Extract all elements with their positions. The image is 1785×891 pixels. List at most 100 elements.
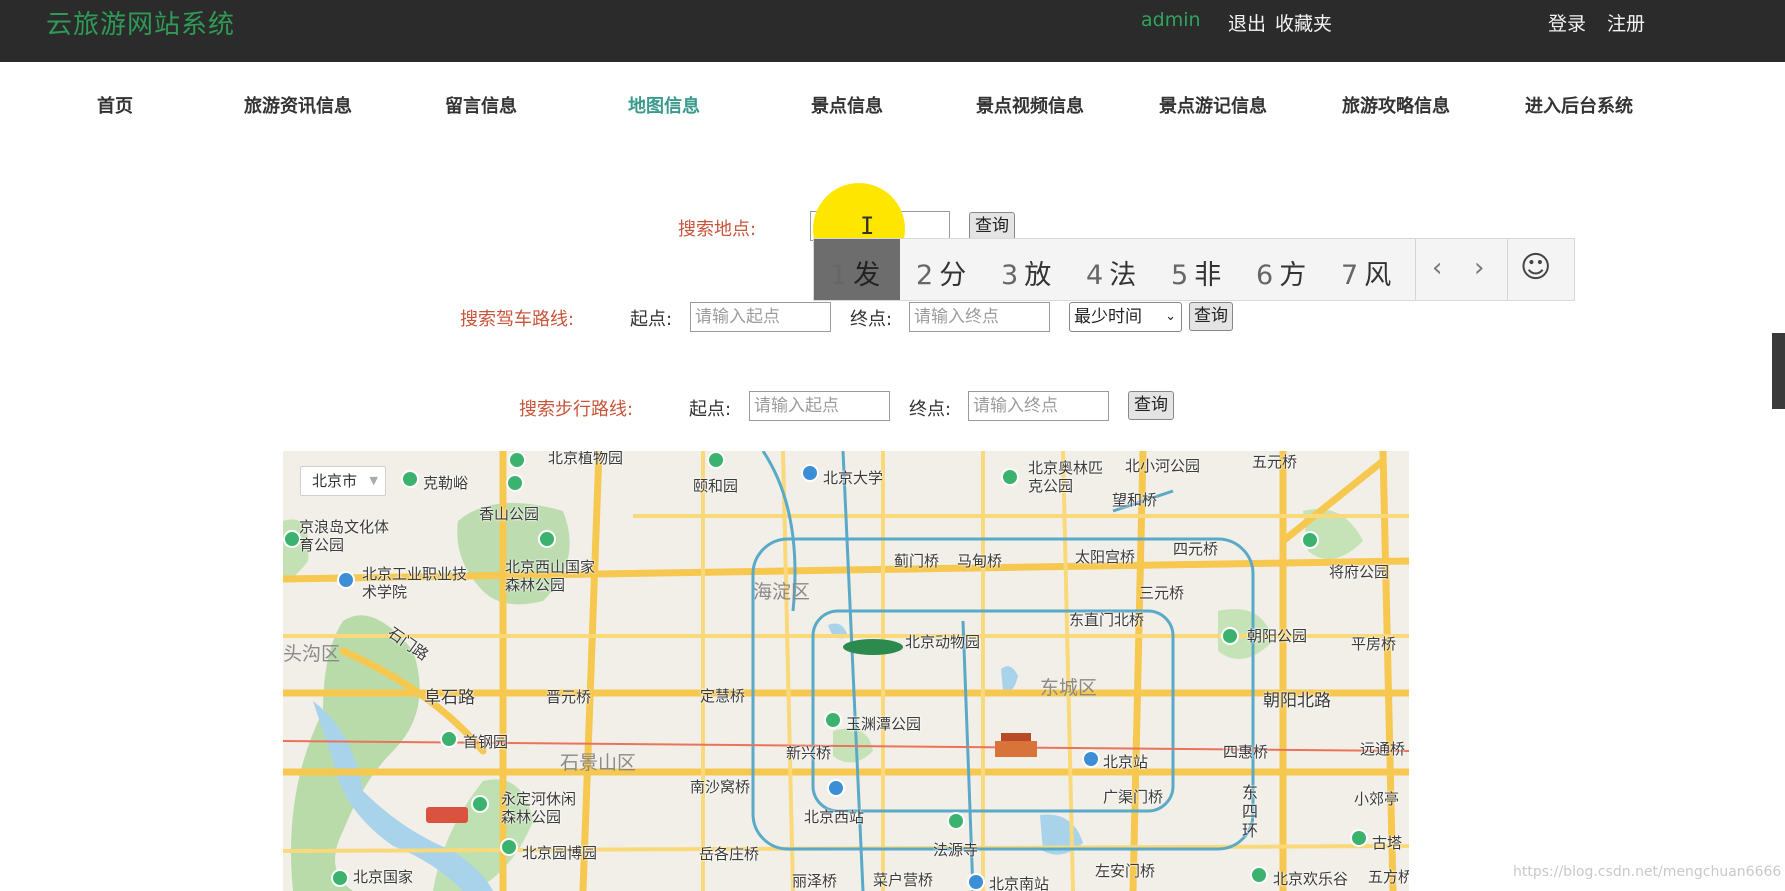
map-place-label: 远通桥 bbox=[1360, 740, 1406, 758]
station-pin-icon[interactable] bbox=[967, 873, 985, 891]
nav-item-attraction-videos[interactable]: 景点视频信息 bbox=[976, 92, 1084, 118]
map-district-label: 海淀区 bbox=[753, 581, 811, 603]
ime-prev-page-icon[interactable]: ‹ bbox=[1432, 253, 1442, 283]
map-place-label: 颐和园 bbox=[693, 477, 739, 495]
emoji-icon[interactable]: ☺ bbox=[1520, 250, 1551, 285]
logout-link[interactable]: 退出 bbox=[1228, 9, 1266, 36]
park-pin-icon[interactable] bbox=[1350, 829, 1368, 847]
ime-candidate[interactable]: 3放 bbox=[1001, 253, 1051, 292]
favorites-link[interactable]: 收藏夹 bbox=[1275, 9, 1332, 36]
park-pin-icon[interactable] bbox=[508, 451, 526, 469]
park-pin-icon[interactable] bbox=[947, 812, 965, 830]
park-pin-icon[interactable] bbox=[1301, 531, 1319, 549]
map-place-label: 北京南站 bbox=[989, 875, 1050, 891]
park-pin-icon[interactable] bbox=[824, 711, 842, 729]
ime-candidate[interactable]: 7风 bbox=[1341, 253, 1391, 292]
map-place-label: 新兴桥 bbox=[786, 744, 832, 762]
park-pin-icon[interactable] bbox=[1001, 468, 1019, 486]
nav-item-attractions[interactable]: 景点信息 bbox=[811, 92, 883, 118]
ime-candidate[interactable]: 4法 bbox=[1086, 253, 1136, 292]
park-pin-icon[interactable] bbox=[1250, 866, 1268, 884]
city-selector-value: 北京市 bbox=[312, 472, 358, 490]
text-cursor-icon: I bbox=[860, 212, 875, 240]
map-place-label: 北京西站 bbox=[804, 808, 865, 826]
walk-end-input[interactable] bbox=[968, 391, 1109, 421]
walk-start-input[interactable] bbox=[749, 391, 890, 421]
map-place-label: 朝阳北路 bbox=[1263, 691, 1331, 711]
map-place-label: 北京国家 bbox=[353, 868, 414, 886]
drive-route-label: 搜索驾车路线: bbox=[460, 309, 575, 330]
walk-start-label: 起点: bbox=[689, 399, 732, 420]
park-pin-icon[interactable] bbox=[506, 474, 524, 492]
nav-item-map[interactable]: 地图信息 bbox=[628, 92, 700, 118]
search-place-label: 搜索地点: bbox=[678, 219, 757, 240]
register-link[interactable]: 注册 bbox=[1607, 9, 1645, 36]
park-pin-icon[interactable] bbox=[401, 470, 419, 488]
ime-candidate-char: 发 bbox=[853, 260, 881, 291]
map-place-label: 北京动物园 bbox=[905, 633, 981, 651]
watermark: https://blog.csdn.net/mengchuan6666 bbox=[1513, 864, 1782, 880]
map-place-label: 北京欢乐谷 bbox=[1273, 870, 1349, 888]
station-pin-icon[interactable] bbox=[827, 779, 845, 797]
ime-candidate[interactable]: 2分 bbox=[916, 253, 966, 292]
park-pin-icon[interactable] bbox=[500, 838, 518, 856]
map-district-label: 东城区 bbox=[1040, 677, 1098, 699]
walk-search-button[interactable]: 查询 bbox=[1128, 391, 1174, 420]
map-place-label: 太阳宫桥 bbox=[1075, 548, 1136, 566]
map-view[interactable]: 北京市 ▼ 海淀区 东城区 石景山区 头沟区 克勒峪 北京植物园 颐和园 北京大学… bbox=[283, 451, 1409, 891]
map-place-label: 朝阳公园 bbox=[1247, 627, 1308, 645]
side-floating-tab[interactable] bbox=[1772, 333, 1785, 409]
walk-end-label: 终点: bbox=[909, 399, 952, 420]
chevron-down-icon: ▼ bbox=[369, 474, 378, 487]
map-place-label: 四惠桥 bbox=[1223, 743, 1269, 761]
nav-item-travel-guides[interactable]: 旅游攻略信息 bbox=[1342, 92, 1450, 118]
map-place-label: 五元桥 bbox=[1252, 453, 1298, 471]
university-pin-icon[interactable] bbox=[801, 464, 819, 482]
username-link[interactable]: admin bbox=[1141, 9, 1201, 31]
map-place-label: 南沙窝桥 bbox=[690, 778, 751, 796]
map-place-label: 蓟门桥 bbox=[894, 552, 940, 570]
nav-item-travel-notes[interactable]: 景点游记信息 bbox=[1159, 92, 1267, 118]
ime-next-page-icon[interactable]: › bbox=[1474, 253, 1484, 283]
map-place-label: 四元桥 bbox=[1173, 540, 1219, 558]
nav-item-admin[interactable]: 进入后台系统 bbox=[1525, 92, 1633, 118]
park-pin-icon[interactable] bbox=[471, 795, 489, 813]
station-pin-icon[interactable] bbox=[1082, 750, 1100, 768]
map-place-label: 京浪岛文化体育公园 bbox=[299, 518, 390, 554]
walk-route-label: 搜索步行路线: bbox=[519, 399, 634, 420]
ime-candidate-selected[interactable]: 1发 bbox=[814, 239, 900, 300]
school-pin-icon[interactable] bbox=[337, 571, 355, 589]
map-place-label: 北京园博园 bbox=[522, 844, 598, 862]
park-pin-icon[interactable] bbox=[707, 451, 725, 469]
map-place-label: 晋元桥 bbox=[546, 688, 592, 706]
search-place-button[interactable]: 查询 bbox=[969, 212, 1015, 241]
drive-start-input[interactable] bbox=[690, 302, 831, 332]
login-link[interactable]: 登录 bbox=[1548, 9, 1586, 36]
map-place-label: 五方桥 bbox=[1368, 868, 1409, 886]
ime-candidate-number: 1 bbox=[830, 260, 848, 291]
map-place-label: 玉渊潭公园 bbox=[846, 715, 922, 733]
site-title[interactable]: 云旅游网站系统 bbox=[46, 4, 235, 41]
map-place-label: 克勒峪 bbox=[423, 474, 469, 492]
ime-candidate[interactable]: 5非 bbox=[1171, 253, 1221, 292]
drive-search-button[interactable]: 查询 bbox=[1189, 302, 1233, 331]
ime-divider bbox=[1507, 239, 1508, 300]
map-district-label: 石景山区 bbox=[560, 752, 637, 774]
nav-item-messages[interactable]: 留言信息 bbox=[445, 92, 517, 118]
drive-policy-select[interactable]: 最少时间 ⌄ bbox=[1069, 302, 1182, 332]
chevron-down-icon: ⌄ bbox=[1165, 309, 1176, 324]
map-place-label: 菜户营桥 bbox=[873, 871, 934, 889]
nav-item-home[interactable]: 首页 bbox=[97, 92, 133, 118]
ime-candidate[interactable]: 6方 bbox=[1256, 253, 1306, 292]
map-place-label: 东直门北桥 bbox=[1069, 611, 1145, 629]
park-pin-icon[interactable] bbox=[538, 530, 556, 548]
map-place-label: 北京西山国家森林公园 bbox=[505, 558, 596, 594]
map-place-label: 北京站 bbox=[1103, 753, 1149, 771]
ime-divider bbox=[1415, 239, 1416, 300]
park-pin-icon[interactable] bbox=[1221, 627, 1239, 645]
nav-item-travel-news[interactable]: 旅游资讯信息 bbox=[244, 92, 352, 118]
city-selector[interactable]: 北京市 ▼ bbox=[300, 466, 386, 496]
drive-end-input[interactable] bbox=[909, 302, 1050, 332]
park-pin-icon[interactable] bbox=[440, 730, 458, 748]
park-pin-icon[interactable] bbox=[331, 869, 349, 887]
